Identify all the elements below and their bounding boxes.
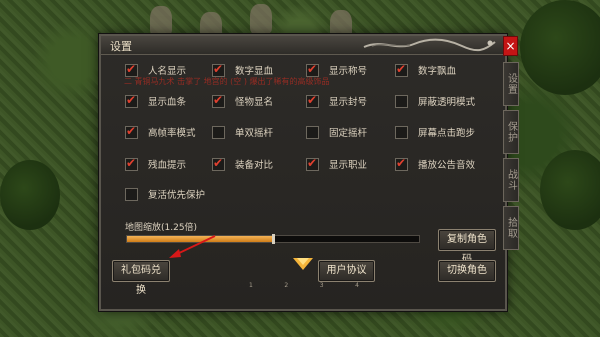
checkmark-icon: ✔ <box>126 123 137 138</box>
checkbox-box[interactable]: ✔ <box>395 61 408 77</box>
tab-pickup[interactable]: 拾取 <box>503 206 519 250</box>
checkmark-icon: ✔ <box>213 155 224 170</box>
option-checkbox[interactable]: ✔ 高帧率模式 <box>125 124 196 140</box>
checkbox-box[interactable] <box>125 187 138 201</box>
checkmark-icon: ✔ <box>396 61 407 76</box>
page-number[interactable]: 4 <box>355 282 359 289</box>
title-bar[interactable]: 设置 <box>101 36 505 55</box>
checkbox-box[interactable]: ✔ <box>306 61 319 77</box>
option-label: 装备对比 <box>235 160 274 171</box>
page-number[interactable]: 2 <box>284 282 288 289</box>
checkbox-box[interactable]: ✔ <box>125 61 138 77</box>
option-checkbox[interactable]: ✔ 显示称号 <box>306 62 367 78</box>
option-label: 残血提示 <box>148 160 187 171</box>
option-label: 数字显血 <box>235 66 274 77</box>
option-label: 屏幕点击跑步 <box>418 128 476 139</box>
option-checkbox[interactable]: ✔ 残血提示 <box>125 156 186 172</box>
map-zoom-label: 地图缩放(1.25倍) <box>125 223 198 233</box>
option-label: 单双摇杆 <box>235 128 274 139</box>
page-number[interactable]: 1 <box>249 282 253 289</box>
option-label: 显示封号 <box>329 97 368 108</box>
option-checkbox[interactable]: 单双摇杆 <box>212 124 273 140</box>
checkmark-icon: ✔ <box>213 61 224 76</box>
option-label: 固定摇杆 <box>329 128 368 139</box>
option-label: 数字飘血 <box>418 66 457 77</box>
option-label: 高帧率模式 <box>148 128 196 139</box>
checkbox-box[interactable]: ✔ <box>125 123 138 139</box>
slider-handle[interactable] <box>272 234 275 244</box>
option-checkbox[interactable]: 屏蔽透明模式 <box>395 93 475 109</box>
option-checkbox[interactable]: ✔ 怪物显名 <box>212 93 273 109</box>
page-numbers: 1 2 3 4 <box>249 282 359 289</box>
copy-role-code-button[interactable]: 复制角色码 <box>438 229 496 265</box>
option-checkbox[interactable]: ✔ 显示血条 <box>125 93 186 109</box>
user-agreement-button[interactable]: 用户协议 <box>318 260 375 282</box>
tree-decoration <box>540 150 600 230</box>
option-label: 显示职业 <box>329 160 368 171</box>
tree-decoration <box>520 0 600 95</box>
checkbox-box[interactable] <box>395 125 408 139</box>
checkmark-icon: ✔ <box>307 155 318 170</box>
checkmark-icon: ✔ <box>307 61 318 76</box>
option-label: 怪物显名 <box>235 97 274 108</box>
tab-combat[interactable]: 战斗 <box>503 158 519 202</box>
checkbox-box[interactable]: ✔ <box>212 155 225 171</box>
checkbox-box[interactable]: ✔ <box>125 155 138 171</box>
dragon-icon <box>363 38 496 52</box>
checkbox-box[interactable] <box>306 125 319 139</box>
checkbox-box[interactable] <box>212 125 225 139</box>
checkbox-box[interactable] <box>395 94 408 108</box>
page-number[interactable]: 3 <box>320 282 324 289</box>
option-checkbox[interactable]: 固定摇杆 <box>306 124 367 140</box>
side-tabs: 设置 保护 战斗 拾取 <box>503 62 519 254</box>
checkmark-icon: ✔ <box>396 155 407 170</box>
gift-code-button[interactable]: 礼包码兑换 <box>112 260 170 296</box>
option-checkbox[interactable]: ✔ 显示职业 <box>306 156 367 172</box>
option-checkbox[interactable]: ✔ 显示封号 <box>306 93 367 109</box>
checkbox-box[interactable]: ✔ <box>125 92 138 108</box>
option-label: 显示称号 <box>329 66 368 77</box>
checkbox-box[interactable]: ✔ <box>306 155 319 171</box>
option-checkbox[interactable]: ✔ 人名显示 <box>125 62 186 78</box>
option-checkbox[interactable]: ✔ 数字飘血 <box>395 62 456 78</box>
option-checkbox[interactable]: ✔ 播放公告音效 <box>395 156 475 172</box>
checkbox-box[interactable]: ✔ <box>306 92 319 108</box>
option-checkbox[interactable]: ✔ 装备对比 <box>212 156 273 172</box>
checkmark-icon: ✔ <box>126 155 137 170</box>
tab-protect[interactable]: 保护 <box>503 110 519 154</box>
option-checkbox[interactable]: 复活优先保护 <box>125 186 205 202</box>
window-title: 设置 <box>110 40 132 53</box>
checkbox-box[interactable]: ✔ <box>395 155 408 171</box>
tab-settings[interactable]: 设置 <box>503 62 519 106</box>
settings-panel: 设置 二 青铜马九术 击掌了 地宫的 (空 ) 爆出了稀有的高级饰品 ✔ 人名显示… <box>99 34 507 311</box>
option-label: 复活优先保护 <box>148 190 206 201</box>
skeleton-figure <box>150 6 172 36</box>
close-button[interactable]: × <box>503 36 518 56</box>
option-label: 人名显示 <box>148 66 187 77</box>
checkmark-icon: ✔ <box>126 92 137 107</box>
checkmark-icon: ✔ <box>126 61 137 76</box>
option-checkbox[interactable]: ✔ 数字显血 <box>212 62 273 78</box>
checkbox-box[interactable]: ✔ <box>212 92 225 108</box>
switch-role-button[interactable]: 切换角色 <box>438 260 496 282</box>
tree-decoration <box>0 160 60 230</box>
checkbox-box[interactable]: ✔ <box>212 61 225 77</box>
option-checkbox[interactable]: 屏幕点击跑步 <box>395 124 475 140</box>
checkmark-icon: ✔ <box>213 92 224 107</box>
pointer-arrow-icon <box>169 235 216 258</box>
option-label: 播放公告音效 <box>418 160 476 171</box>
option-label: 显示血条 <box>148 97 187 108</box>
skeleton-figure <box>250 4 272 34</box>
checkmark-icon: ✔ <box>307 92 318 107</box>
option-label: 屏蔽透明模式 <box>418 97 476 108</box>
triangle-down-highlight <box>297 258 309 265</box>
